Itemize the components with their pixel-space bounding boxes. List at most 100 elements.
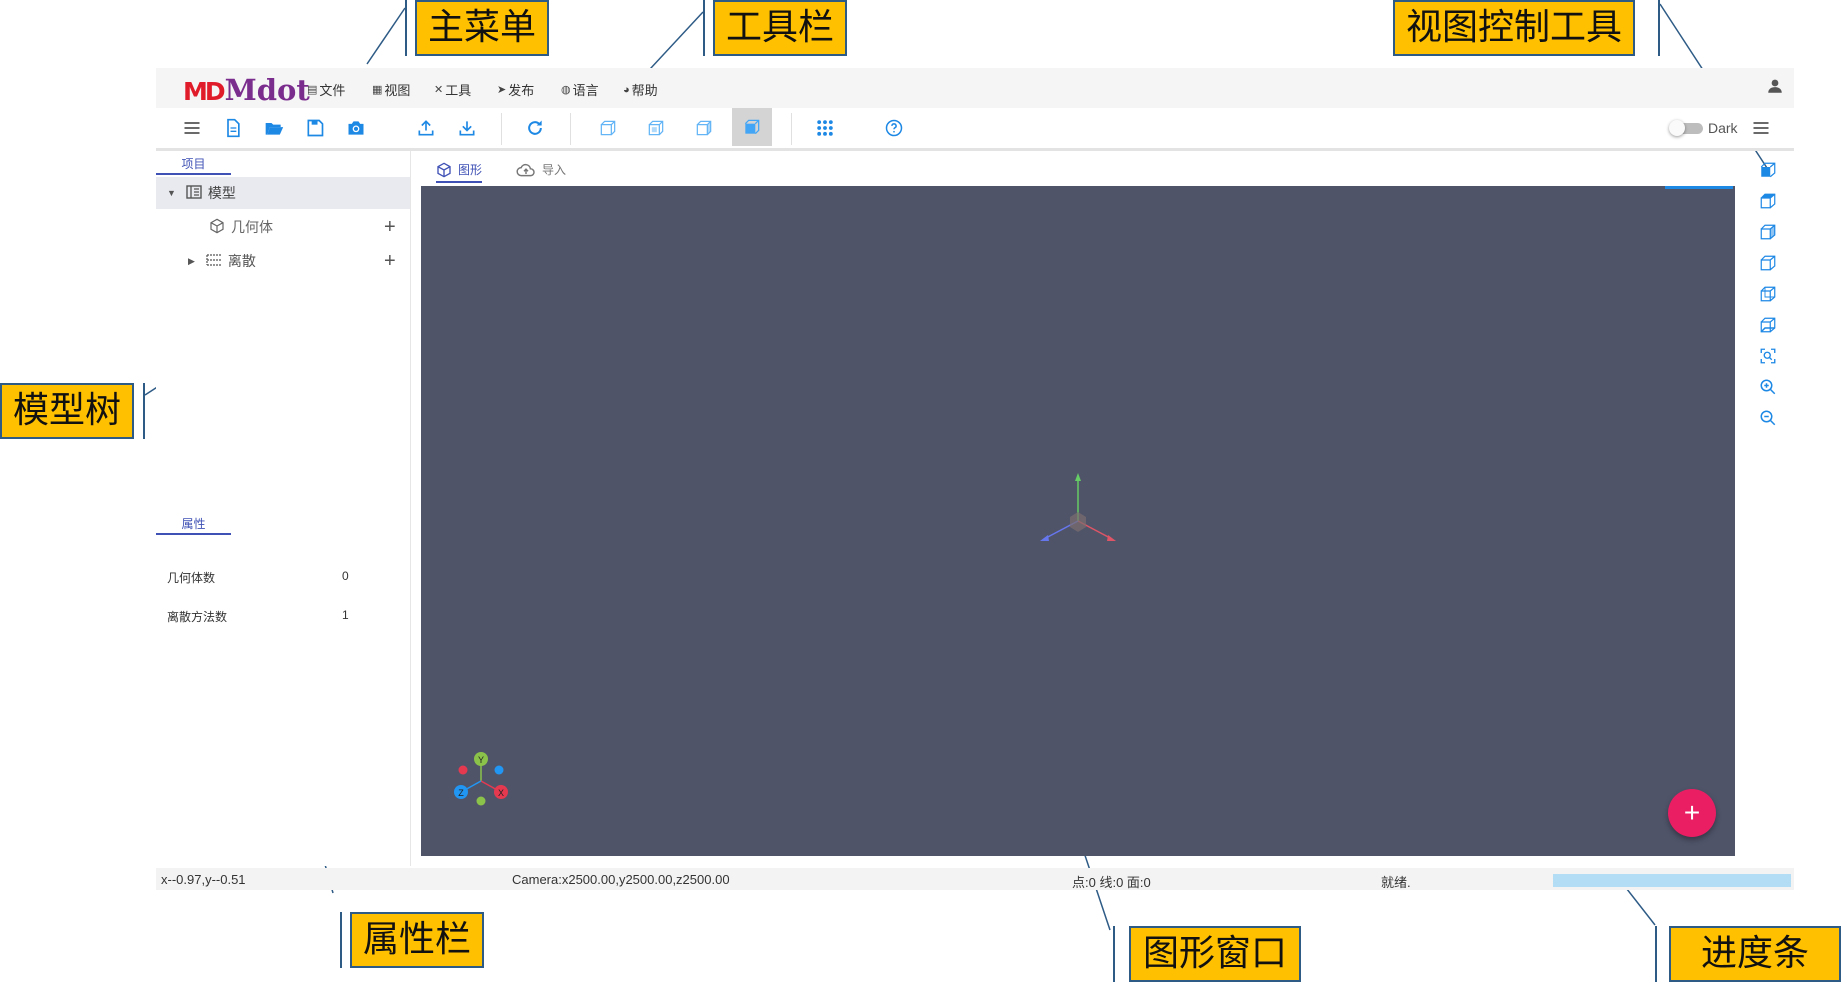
cube-back-icon [1760,286,1776,302]
caret-down-icon: ▼ [167,188,176,198]
menu-language[interactable]: ◍ 语言 [561,80,599,99]
save-button[interactable] [300,113,330,143]
globe-icon: ◍ [561,84,571,96]
view-front-button[interactable] [593,113,623,143]
cube-front-icon [1760,162,1776,178]
callout-main-menu: 主菜单 [415,0,549,56]
cube-view-icon [696,120,712,136]
toolbar-divider [791,113,792,145]
progress-bar [1553,874,1791,887]
tree-label: 几何体 [231,219,273,235]
property-value: 1 [342,608,349,622]
cube-top-icon [1760,193,1776,209]
apps-grid-icon [817,120,833,136]
upload-icon [418,120,434,136]
tree-item-discrete[interactable]: ▶ 离散 + [156,245,410,277]
callout-divider [1655,926,1657,982]
view-side-button[interactable] [689,113,719,143]
toolbar-divider [570,113,571,145]
callout-divider [703,0,705,56]
tab-import[interactable]: 导入 [516,161,566,178]
zoom-out-button[interactable] [1757,407,1779,429]
status-coords: x--0.97,y--0.51 [161,872,246,887]
refresh-icon [528,120,542,135]
cloud-upload-icon [516,163,535,176]
user-icon[interactable] [1766,77,1784,95]
callout-divider [340,912,342,968]
send-icon: ➤ [497,84,507,96]
view-fit-top-button[interactable] [1757,190,1779,212]
callout-toolbar: 工具栏 [713,0,847,56]
status-camera: Camera:x2500.00,y2500.00,z2500.00 [512,872,730,887]
zoom-fit-button[interactable] [1757,345,1779,367]
tab-project[interactable]: 项目 [156,155,231,175]
hamburger-menu-button[interactable] [177,113,207,143]
viewport-indicator [1665,186,1733,189]
add-fab-button[interactable]: + [1668,789,1716,837]
cube-icon [437,162,451,177]
property-value: 0 [342,569,349,583]
new-file-icon [227,118,240,138]
tools-icon: ✕ [434,84,444,96]
download-button[interactable] [452,113,482,143]
dark-mode-toggle[interactable] [1669,120,1703,136]
view-fit-bottom-button[interactable] [1757,314,1779,336]
callout-divider [405,0,407,56]
callout-divider [143,383,145,439]
menu-view[interactable]: ▦ 视图 [372,80,410,99]
cube-view-icon [744,119,760,135]
model-icon [186,184,202,202]
cube-left-icon [1760,255,1776,271]
cube-bottom-icon [1760,317,1776,333]
grid-icon: ▦ [372,84,383,96]
zoom-out-icon [1760,410,1776,426]
caret-right-icon[interactable]: ▶ [188,256,195,267]
status-state: 就绪. [1381,875,1411,890]
open-folder-button[interactable] [259,113,289,143]
view-fit-left-button[interactable] [1757,252,1779,274]
menu-icon [1753,122,1769,134]
cube-right-icon [1760,224,1776,240]
menu-file[interactable]: ▤ 文件 [307,80,345,99]
graphics-viewport[interactable]: Y X Z [421,186,1735,856]
tab-graphics[interactable]: 图形 [436,161,483,183]
screenshot-button[interactable] [341,113,371,143]
tree-item-model[interactable]: ▼ 模型 [156,177,410,209]
add-geometry-button[interactable]: + [384,216,396,239]
callout-progress-bar: 进度条 [1669,926,1841,982]
help-circle-icon [885,119,903,137]
menu-tools[interactable]: ✕ 工具 [434,80,471,99]
axis-label-x: X [498,788,504,798]
settings-menu-button[interactable] [1746,113,1776,143]
apps-button[interactable] [810,113,840,143]
view-fit-right-button[interactable] [1757,221,1779,243]
mesh-icon [206,253,222,270]
callout-graphics-window: 图形窗口 [1129,926,1301,982]
save-icon [307,119,324,137]
view-top-button[interactable] [641,113,671,143]
callout-view-tools: 视图控制工具 [1393,0,1635,56]
status-bar [156,868,1794,890]
orientation-gizmo[interactable]: Y X Z [451,746,531,826]
menu-icon [184,122,200,134]
tab-properties[interactable]: 属性 [156,515,231,535]
view-fit-front-button[interactable] [1757,159,1779,181]
cube-icon [209,218,225,237]
menu-publish[interactable]: ➤ 发布 [497,80,534,99]
add-discrete-button[interactable]: + [384,250,396,273]
zoom-in-icon [1760,379,1776,395]
view-fit-back-button[interactable] [1757,283,1779,305]
toolbar [156,108,1794,151]
tree-item-geometry[interactable]: 几何体 + [156,211,410,243]
help-icon: ◕ [623,83,630,96]
menu-help[interactable]: ◕ 帮助 [623,80,658,99]
status-counts: 点:0 线:0 面:0 [1072,875,1151,890]
callout-divider [1113,926,1115,982]
help-button[interactable] [879,113,909,143]
refresh-button[interactable] [520,113,550,143]
new-file-button[interactable] [218,113,248,143]
dark-mode-label: Dark [1708,120,1738,136]
zoom-in-button[interactable] [1757,376,1779,398]
view-iso-button[interactable] [732,108,772,146]
upload-button[interactable] [411,113,441,143]
